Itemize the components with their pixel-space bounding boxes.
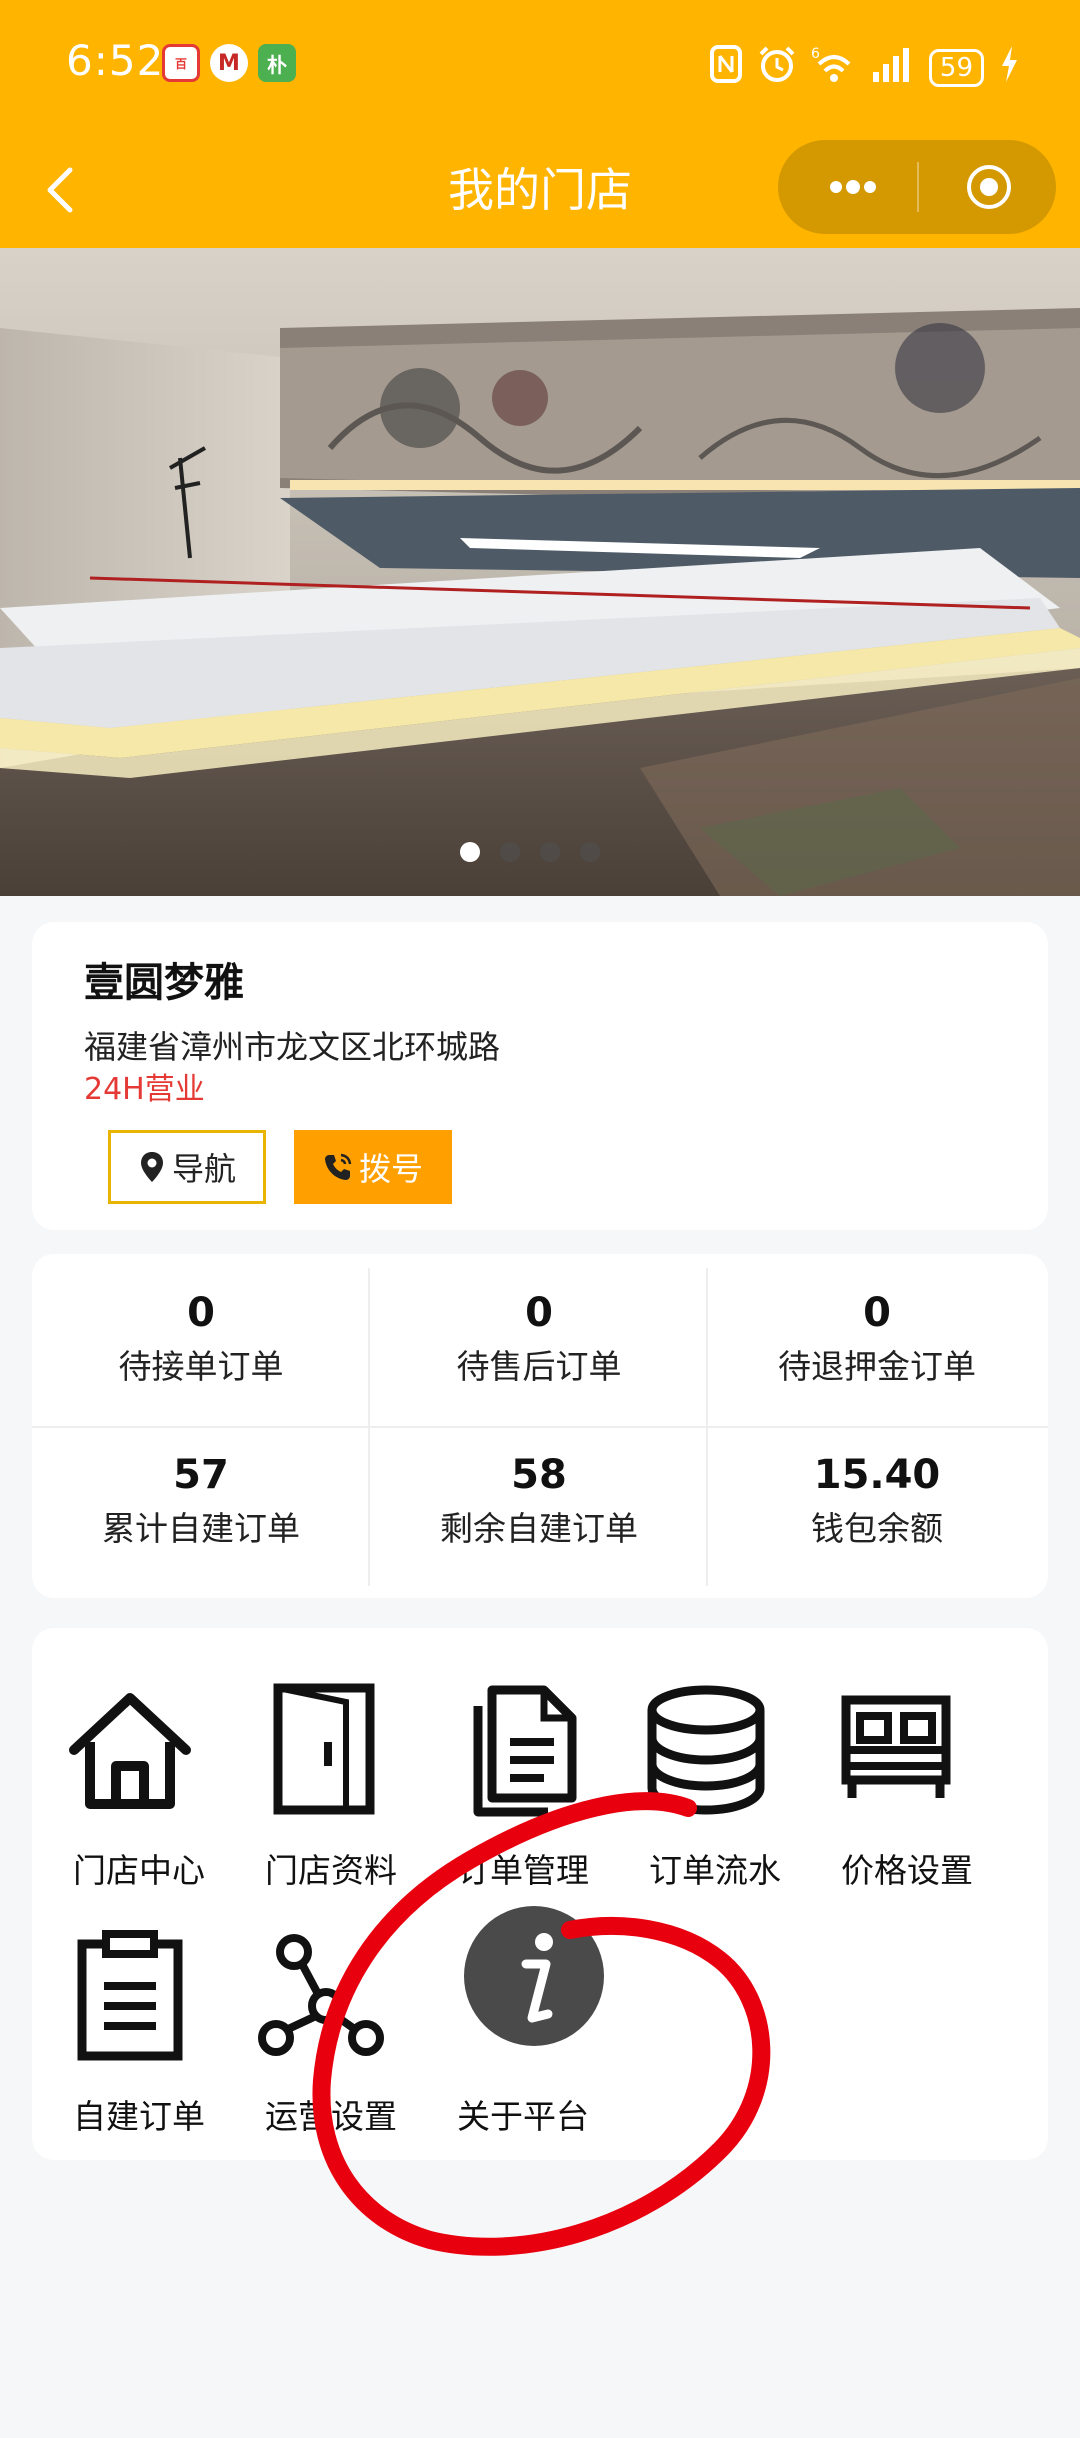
store-info-card: 壹圆梦雅 福建省漳州市龙文区北环城路 24H营业 导航 拨号 <box>32 922 1048 1230</box>
menu-order-management[interactable]: 订单管理 <box>428 1680 618 1890</box>
stat-remaining-self-orders[interactable]: 58 剩余自建订单 <box>370 1416 708 1576</box>
menu-store-center[interactable]: 门店中心 <box>44 1680 234 1890</box>
notification-icons: 百 M 朴 <box>162 44 296 82</box>
nfc-icon <box>709 44 743 92</box>
menu-store-profile[interactable]: 门店资料 <box>236 1680 426 1890</box>
stat-label: 累计自建订单 <box>102 1509 300 1548</box>
stat-value: 0 <box>863 1290 891 1336</box>
carousel-dot <box>500 842 520 862</box>
carousel-dot <box>580 842 600 862</box>
bed-icon <box>841 1695 951 1798</box>
call-label: 拨号 <box>358 1150 423 1188</box>
wifi-icon: 6 <box>811 44 857 92</box>
carousel-indicator <box>460 842 600 862</box>
navigate-label: 导航 <box>171 1150 236 1188</box>
app-icon-green: 朴 <box>258 44 296 82</box>
capsule-divider <box>917 162 919 212</box>
signal-label: 6 <box>811 46 820 62</box>
stat-total-self-orders[interactable]: 57 累计自建订单 <box>32 1416 370 1576</box>
store-address: 福建省漳州市龙文区北环城路 <box>84 1028 501 1066</box>
status-time: 6:52 <box>66 36 165 85</box>
menu-about-platform[interactable]: 关于平台 <box>428 1906 618 2136</box>
header: 6:52 百 M 朴 6 59 我的门店 <box>0 0 1080 248</box>
stat-pending-accept[interactable]: 0 待接单订单 <box>32 1254 370 1414</box>
carousel-dot <box>460 842 480 862</box>
miniapp-capsule <box>778 140 1056 234</box>
menu-price-settings[interactable]: 价格设置 <box>812 1680 1002 1890</box>
phone-icon <box>324 1153 352 1180</box>
stat-label: 待售后订单 <box>456 1347 622 1386</box>
stat-value: 57 <box>173 1452 229 1498</box>
location-pin-icon <box>140 1152 163 1182</box>
status-bar: 6:52 百 M 朴 6 59 <box>0 0 1080 130</box>
order-stats-card: 0 待接单订单 0 待售后订单 0 待退押金订单 57 累计自建订单 58 剩余… <box>32 1254 1048 1598</box>
app-icon-red: 百 <box>162 44 200 82</box>
call-button[interactable]: 拨号 <box>294 1130 452 1204</box>
stat-label: 待退押金订单 <box>778 1347 976 1386</box>
carousel-dot <box>540 842 560 862</box>
stat-value: 0 <box>525 1290 553 1336</box>
store-photo-carousel[interactable] <box>0 248 1080 896</box>
nav-bar: 我的门店 <box>0 130 1080 248</box>
system-icons: 6 59 <box>709 44 1020 92</box>
stat-pending-aftersale[interactable]: 0 待售后订单 <box>370 1254 708 1414</box>
more-button[interactable] <box>818 162 888 212</box>
close-miniapp-button[interactable] <box>964 162 1014 212</box>
target-icon <box>967 165 1011 209</box>
menu-operation-settings[interactable]: 运营设置 <box>236 1926 426 2136</box>
stat-label: 待接单订单 <box>118 1347 284 1386</box>
documents-icon <box>473 1685 577 1817</box>
stat-label: 剩余自建订单 <box>440 1509 638 1548</box>
alarm-icon <box>757 44 797 92</box>
menu-order-flow[interactable]: 订单流水 <box>620 1680 810 1890</box>
info-icon <box>464 1906 604 2046</box>
stat-pending-deposit-refund[interactable]: 0 待退押金订单 <box>708 1254 1046 1414</box>
stat-value: 58 <box>511 1452 567 1498</box>
more-dots-icon <box>830 180 876 194</box>
function-menu-card: 门店中心 门店资料 订单管理 订单流水 价格设置 自建订单 运营设置 关于平台 <box>32 1628 1048 2160</box>
stat-value: 15.40 <box>813 1452 941 1498</box>
network-icon <box>258 1934 384 2056</box>
stat-label: 钱包余额 <box>811 1509 943 1548</box>
menu-label: 关于平台 <box>457 2097 589 2136</box>
hotel-room-photo <box>0 248 1080 896</box>
stat-wallet-balance[interactable]: 15.40 钱包余额 <box>708 1416 1046 1576</box>
store-name: 壹圆梦雅 <box>84 960 244 1006</box>
store-hours: 24H营业 <box>84 1072 205 1107</box>
app-icon-bank: M <box>210 44 248 82</box>
menu-label: 价格设置 <box>841 1851 973 1890</box>
battery-indicator: 59 <box>928 49 984 87</box>
clipboard-icon <box>77 1930 183 2061</box>
stat-value: 0 <box>187 1290 215 1336</box>
charging-icon <box>998 44 1020 92</box>
house-icon <box>69 1693 191 1809</box>
door-icon <box>273 1683 375 1815</box>
navigate-button[interactable]: 导航 <box>108 1130 266 1204</box>
cell-signal-icon <box>871 44 915 92</box>
menu-self-orders[interactable]: 自建订单 <box>44 1926 234 2136</box>
database-icon <box>647 1685 765 1815</box>
